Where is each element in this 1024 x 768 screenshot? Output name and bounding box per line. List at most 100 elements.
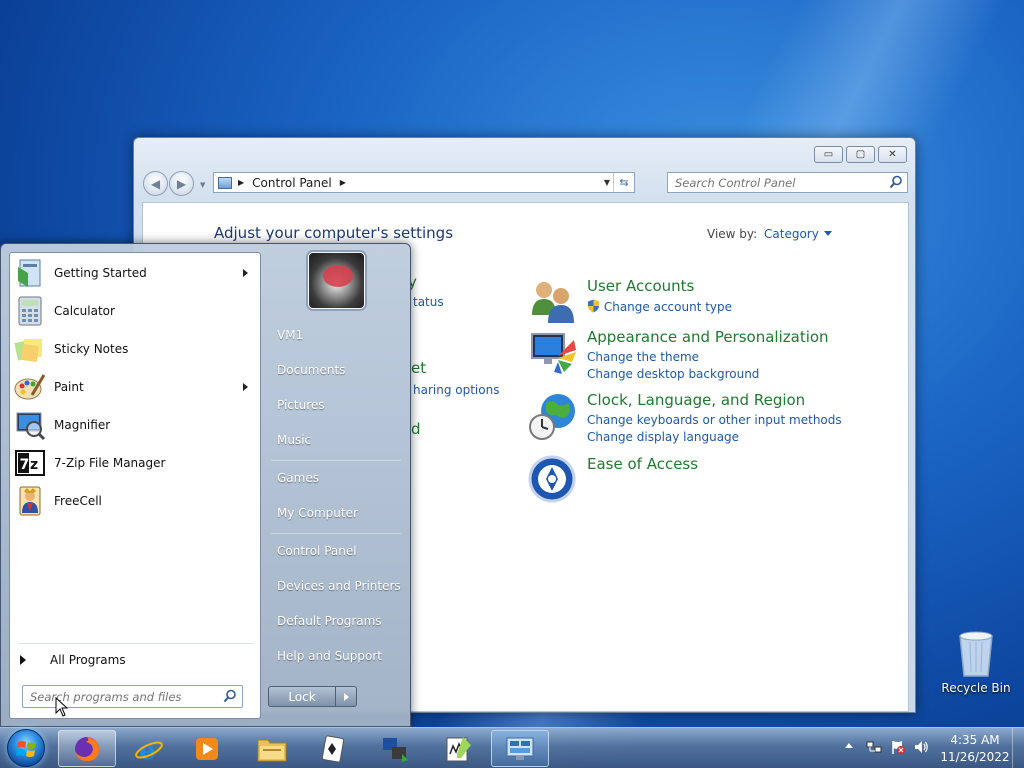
refresh-icon: ⇆ xyxy=(619,176,629,189)
hidden-category-title-3[interactable]: d xyxy=(411,420,421,438)
program-label: FreeCell xyxy=(54,494,102,508)
taskbar-file-explorer[interactable] xyxy=(243,730,301,767)
user-account-picture[interactable] xyxy=(308,252,365,309)
program-getting-started[interactable]: Getting Started xyxy=(12,255,258,291)
svg-text:z: z xyxy=(30,457,38,473)
recycle-bin[interactable]: Recycle Bin xyxy=(940,630,1012,695)
shutdown-options-button[interactable] xyxy=(335,686,357,707)
start-right-help-support[interactable]: Help and Support xyxy=(277,649,382,663)
nav-buttons: ◀ ▶ xyxy=(143,171,195,196)
caption-buttons: ▭ ▢ ✕ xyxy=(814,146,907,163)
taskbar-firefox[interactable] xyxy=(58,730,116,767)
svg-text:7: 7 xyxy=(20,457,30,473)
view-by-dropdown[interactable]: Category xyxy=(764,227,832,241)
refresh-button[interactable]: ⇆ xyxy=(613,173,634,192)
change-account-type-link[interactable]: Change account type xyxy=(587,299,732,314)
right-pane-divider xyxy=(271,533,401,534)
firefox-icon xyxy=(75,736,99,761)
recycle-bin-icon xyxy=(959,631,993,677)
maximize-button[interactable]: ▢ xyxy=(846,146,875,163)
program-calculator[interactable]: Calculator xyxy=(12,293,258,329)
user-accounts-icon[interactable] xyxy=(528,277,578,327)
close-icon: ✕ xyxy=(888,149,897,160)
forward-button[interactable]: ▶ xyxy=(169,171,194,196)
start-right-games[interactable]: Games xyxy=(277,471,319,485)
program-7zip[interactable]: 7 z 7-Zip File Manager xyxy=(12,445,258,481)
network-icon[interactable] xyxy=(866,739,882,755)
change-desktop-background-link[interactable]: Change desktop background xyxy=(587,367,759,381)
program-magnifier[interactable]: Magnifier xyxy=(12,407,258,443)
start-right-documents[interactable]: Documents xyxy=(277,363,345,377)
close-button[interactable]: ✕ xyxy=(878,146,907,163)
start-right-devices-printers[interactable]: Devices and Printers xyxy=(277,579,401,593)
forward-arrow-icon: ▶ xyxy=(176,176,187,191)
address-dropdown-icon[interactable]: ▼ xyxy=(604,178,610,187)
program-sticky-notes[interactable]: Sticky Notes xyxy=(12,331,258,367)
submenu-arrow-icon[interactable] xyxy=(243,269,248,277)
submenu-arrow-icon[interactable] xyxy=(243,383,248,391)
search-icon[interactable] xyxy=(223,689,237,703)
change-display-language-link[interactable]: Change display language xyxy=(587,430,739,444)
turntable-record-icon xyxy=(323,265,353,287)
start-right-music[interactable]: Music xyxy=(277,433,311,447)
search-icon[interactable] xyxy=(889,175,903,189)
taskbar-internet-explorer[interactable]: e xyxy=(120,730,178,767)
hidden-category-link-1[interactable]: tatus xyxy=(413,295,444,309)
recent-pages-chevron-icon[interactable]: ▼ xyxy=(200,181,205,189)
change-keyboards-link[interactable]: Change keyboards or other input methods xyxy=(587,413,842,427)
taskbar-media-player[interactable] xyxy=(178,730,236,767)
start-right-my-computer[interactable]: My Computer xyxy=(277,506,358,520)
show-desktop-button[interactable] xyxy=(1012,728,1024,768)
right-pane-divider xyxy=(271,460,401,461)
program-label: Sticky Notes xyxy=(54,342,129,356)
start-right-default-programs[interactable]: Default Programs xyxy=(277,614,382,628)
appearance-title[interactable]: Appearance and Personalization xyxy=(587,328,829,346)
breadcrumb-arrow-icon[interactable]: ▶ xyxy=(340,178,346,187)
start-right-control-panel[interactable]: Control Panel xyxy=(277,544,357,558)
program-paint[interactable]: Paint xyxy=(12,369,258,405)
action-center-flag-icon[interactable] xyxy=(890,739,906,755)
getting-started-icon xyxy=(18,259,41,287)
control-panel-search-input[interactable] xyxy=(675,175,875,190)
network-tool-icon xyxy=(383,737,408,762)
change-theme-link[interactable]: Change the theme xyxy=(587,350,699,364)
uac-shield-icon xyxy=(588,299,599,313)
start-right-pictures[interactable]: Pictures xyxy=(277,398,325,412)
start-menu: Getting Started Calculator Sticky Notes xyxy=(0,243,411,727)
user-accounts-title[interactable]: User Accounts xyxy=(587,277,694,295)
program-freecell[interactable]: FreeCell xyxy=(12,483,258,519)
clock-globe-icon[interactable] xyxy=(528,391,578,441)
program-label: Calculator xyxy=(54,304,115,318)
all-programs-divider xyxy=(18,643,254,644)
minimize-button[interactable]: ▭ xyxy=(814,146,843,163)
taskbar-network-tool[interactable] xyxy=(366,730,424,767)
folder-icon xyxy=(257,739,287,761)
ease-of-access-title[interactable]: Ease of Access xyxy=(587,455,698,473)
ease-of-access-icon[interactable] xyxy=(528,455,578,505)
lock-button[interactable]: Lock xyxy=(268,686,336,707)
start-right-vm1[interactable]: VM1 xyxy=(277,328,303,342)
calculator-icon xyxy=(18,296,42,326)
back-button[interactable]: ◀ xyxy=(143,171,168,196)
breadcrumb-control-panel[interactable]: Control Panel xyxy=(252,176,332,190)
taskbar-solitaire[interactable] xyxy=(303,730,361,767)
show-hidden-icons-button[interactable] xyxy=(845,743,853,748)
hidden-category-link-2[interactable]: haring options xyxy=(413,383,499,397)
change-account-type-label[interactable]: Change account type xyxy=(604,300,732,314)
address-bar[interactable]: ▶ Control Panel ▶ ▼ ⇆ xyxy=(213,172,635,193)
taskbar-notepad-plus[interactable] xyxy=(429,730,487,767)
notepad-plus-icon xyxy=(446,736,471,761)
hidden-category-title-2[interactable]: et xyxy=(411,359,426,377)
control-panel-mini-icon xyxy=(218,176,232,189)
clock-language-region-title[interactable]: Clock, Language, and Region xyxy=(587,391,805,409)
control-panel-search[interactable] xyxy=(667,172,908,193)
all-programs-button[interactable]: All Programs xyxy=(20,653,126,667)
start-button[interactable] xyxy=(7,729,45,767)
volume-icon[interactable] xyxy=(913,739,929,755)
system-clock[interactable]: 4:35 AM 11/26/2022 xyxy=(935,732,1015,766)
media-player-icon xyxy=(196,737,218,760)
appearance-icon[interactable] xyxy=(528,328,578,378)
breadcrumb-arrow-icon[interactable]: ▶ xyxy=(238,178,244,187)
windows-logo-icon xyxy=(16,741,36,757)
taskbar-control-panel[interactable] xyxy=(491,730,549,767)
